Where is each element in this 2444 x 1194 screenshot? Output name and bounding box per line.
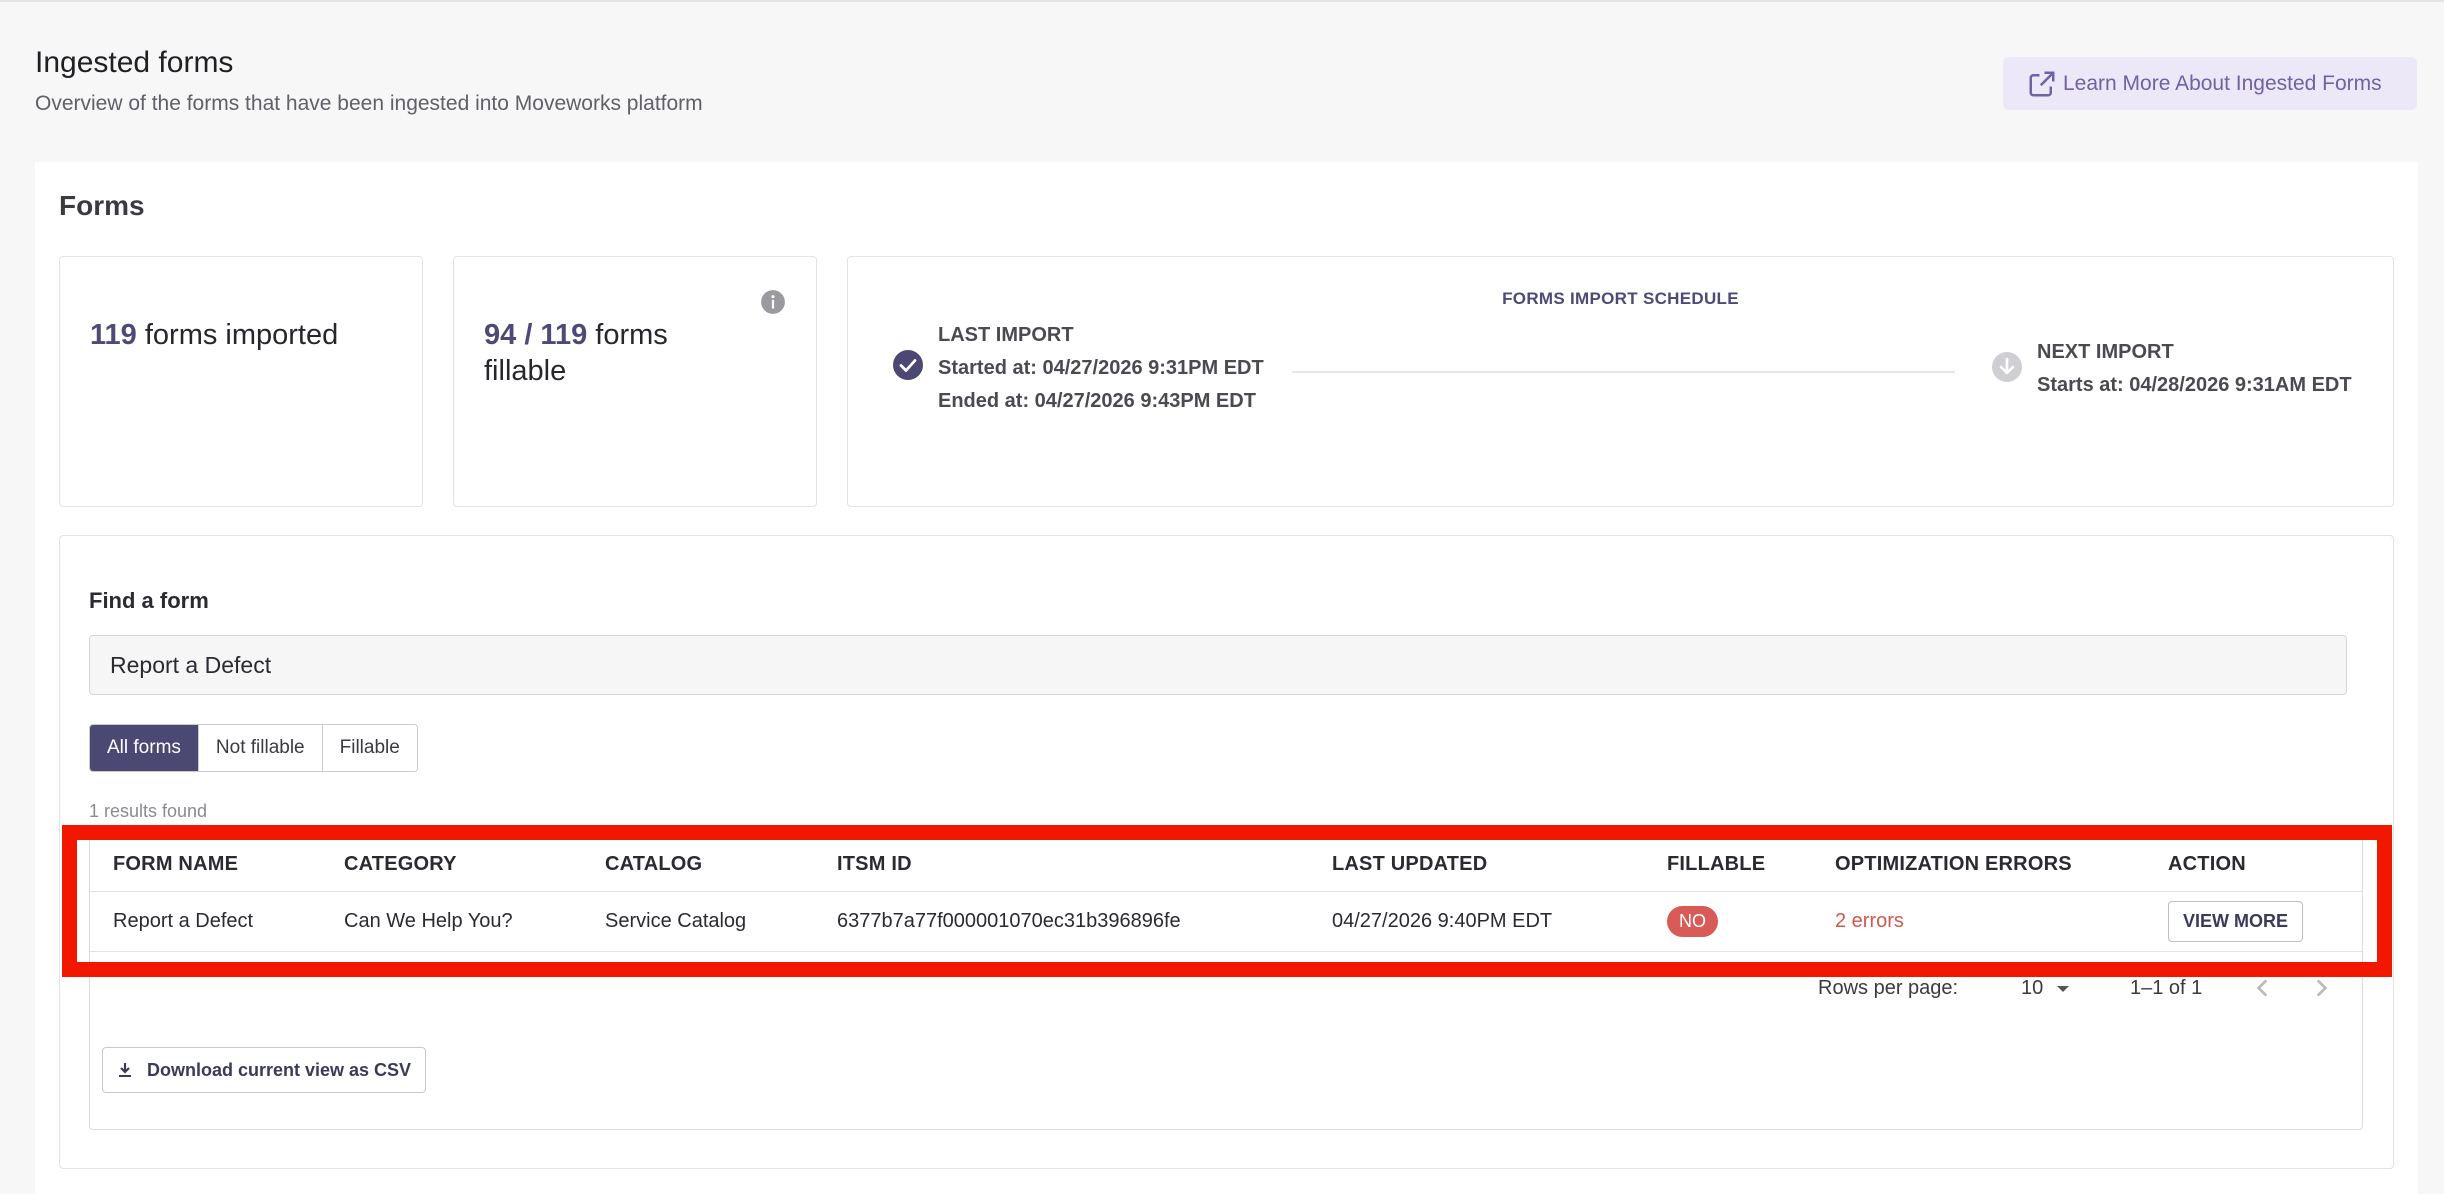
header-fillable[interactable]: FILLABLE (1667, 837, 1765, 891)
form-search-input[interactable] (89, 635, 2347, 695)
rows-per-page-label: Rows per page: (1818, 977, 1959, 999)
header-catalog[interactable]: CATALOG (605, 837, 702, 891)
forms-imported-stat: 119 forms imported (90, 317, 338, 353)
errors-link[interactable]: 2 errors (1835, 910, 1904, 933)
check-circle-icon (893, 350, 923, 380)
header-category[interactable]: CATEGORY (344, 837, 457, 891)
cell-itsm-id: 6377b7a77f000001070ec31b396896fe (837, 910, 1181, 932)
forms-fillable-stat: 94 / 119 forms fillable (484, 317, 734, 389)
view-more-button[interactable]: VIEW MORE (2168, 901, 2304, 942)
external-link-icon (2029, 71, 2055, 96)
filter-all-forms[interactable]: All forms (90, 725, 199, 771)
forms-imported-card: 119 forms imported (59, 256, 423, 507)
rows-per-page-value: 10 (2021, 977, 2044, 999)
pagination-range: 1–1 of 1 (2130, 977, 2203, 999)
header-action: ACTION (2168, 852, 2246, 875)
last-import-label: LAST IMPORT (938, 324, 1074, 346)
download-csv-button[interactable]: Download current view as CSV (102, 1047, 427, 1093)
cell-last-updated: 04/27/2026 9:40PM EDT (1332, 910, 1553, 932)
cell-action: VIEW MORE (2168, 892, 2304, 951)
cell-form-name: Report a Defect (113, 910, 254, 932)
learn-more-label: Learn More About Ingested Forms (2063, 71, 2382, 95)
forms-panel: Forms 119 forms imported 94 / 119 forms … (35, 162, 2418, 1194)
table-row: Report a Defect Can We Help You? Service… (90, 892, 2362, 952)
last-import-started: Started at: 04/27/2026 9:31PM EDT (938, 357, 1264, 379)
forms-table: FORM NAME CATEGORY CATALOG ITSM ID LAST … (89, 836, 2363, 1130)
forms-imported-label: forms imported (144, 319, 339, 351)
header-itsm-id[interactable]: ITSM ID (837, 837, 912, 891)
arrow-down-circle-icon (1992, 352, 2022, 382)
caret-down-icon (2057, 985, 2070, 992)
schedule-divider (1292, 371, 1955, 373)
header-optimization-errors[interactable]: OPTIMIZATION ERRORS (1835, 837, 2072, 891)
cell-optimization-errors: 2 errors (1835, 892, 1904, 951)
page-subtitle: Overview of the forms that have been ing… (35, 92, 703, 115)
fillable-status-badge: NO (1667, 906, 1718, 937)
last-import-ended: Ended at: 04/27/2026 9:43PM EDT (938, 390, 1256, 412)
download-csv-label: Download current view as CSV (147, 1059, 412, 1080)
header-last-updated[interactable]: LAST UPDATED (1332, 837, 1487, 891)
header-form-name[interactable]: FORM NAME (113, 837, 238, 891)
import-schedule-title: FORMS IMPORT SCHEDULE (1502, 289, 1739, 308)
learn-more-button[interactable]: Learn More About Ingested Forms (2003, 57, 2417, 110)
forms-section-title: Forms (59, 190, 145, 221)
forms-fillable-count: 94 / 119 (484, 319, 588, 351)
find-form-label: Find a form (89, 588, 209, 613)
next-import-label: NEXT IMPORT (2037, 341, 2174, 363)
forms-fillable-card: 94 / 119 forms fillable (453, 256, 817, 507)
find-form-card: Find a form All forms Not fillable Filla… (59, 535, 2394, 1169)
table-header-row: FORM NAME CATEGORY CATALOG ITSM ID LAST … (90, 837, 2362, 892)
cell-category: Can We Help You? (344, 910, 513, 932)
download-icon (119, 1063, 131, 1077)
last-import-block: LAST IMPORT Started at: 04/27/2026 9:31P… (938, 319, 1264, 418)
cell-fillable: NO (1667, 892, 1718, 951)
chevron-left-icon[interactable] (2250, 975, 2276, 1001)
next-import-starts: Starts at: 04/28/2026 9:31AM EDT (2037, 374, 2352, 396)
filter-fillable[interactable]: Fillable (322, 725, 417, 771)
forms-imported-count: 119 (90, 319, 137, 351)
chevron-right-icon[interactable] (2308, 975, 2334, 1001)
page-title: Ingested forms (35, 46, 234, 79)
import-schedule-card: FORMS IMPORT SCHEDULE LAST IMPORT Starte… (847, 256, 2394, 507)
cell-catalog: Service Catalog (605, 910, 747, 932)
results-count: 1 results found (89, 801, 208, 821)
next-import-block: NEXT IMPORT Starts at: 04/28/2026 9:31AM… (2037, 336, 2352, 402)
info-icon[interactable] (760, 289, 786, 315)
filter-not-fillable[interactable]: Not fillable (198, 725, 323, 771)
top-divider (0, 0, 2444, 2)
rows-per-page-select[interactable]: 10 (2021, 977, 2073, 1000)
fillable-filter-group: All forms Not fillable Fillable (89, 724, 418, 772)
